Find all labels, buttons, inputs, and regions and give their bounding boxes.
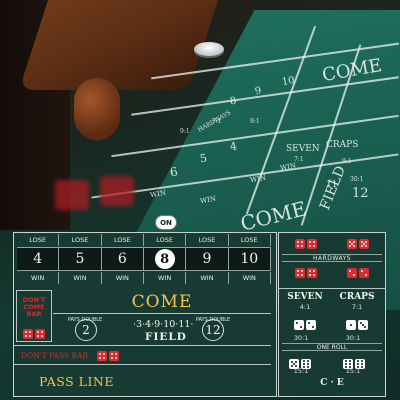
die-icon bbox=[295, 268, 305, 278]
bg-seven-text: SEVEN bbox=[286, 144, 320, 154]
die-icon bbox=[35, 329, 45, 339]
prop-odds: 15:1 bbox=[293, 367, 309, 375]
die-icon bbox=[295, 239, 305, 249]
die-icon bbox=[307, 268, 317, 278]
win-10[interactable]: WIN bbox=[229, 272, 271, 284]
bg-odds: 9:1 bbox=[342, 158, 352, 165]
die-icon bbox=[97, 350, 108, 361]
win-9[interactable]: WIN bbox=[186, 272, 229, 284]
win-4[interactable]: WIN bbox=[17, 272, 60, 284]
bg-num-12: 12 bbox=[352, 186, 369, 201]
field-2-circle: 2 bbox=[75, 319, 97, 341]
place-5[interactable]: 5 bbox=[59, 247, 102, 271]
seven-odds: 4:1 bbox=[299, 303, 311, 311]
lose-9[interactable]: LOSE bbox=[186, 234, 229, 246]
dice-pair bbox=[22, 324, 46, 343]
dont-come-bar-label: DON'T COME BAR bbox=[22, 296, 46, 318]
die-icon bbox=[346, 320, 356, 330]
die-icon bbox=[307, 239, 317, 249]
hardways-label: HARDWAYS bbox=[282, 254, 382, 262]
dont-come-bar-area[interactable]: DON'T COME BAR bbox=[16, 290, 52, 342]
place-9[interactable]: 9 bbox=[186, 247, 229, 271]
bg-odds: 7:1 bbox=[212, 118, 222, 125]
craps-odds: 7:1 bbox=[351, 303, 363, 311]
craps-title: CRAPS bbox=[339, 292, 375, 302]
blurred-die bbox=[55, 180, 89, 210]
lose-4[interactable]: LOSE bbox=[17, 234, 60, 246]
dice-pair bbox=[332, 315, 382, 334]
come-bet-area[interactable]: COME bbox=[53, 290, 271, 314]
point-number: 4 bbox=[33, 251, 43, 267]
point-number: 6 bbox=[117, 251, 127, 267]
bg-odds: 9:1 bbox=[250, 118, 260, 125]
any-seven-bet[interactable]: SEVEN 4:1 bbox=[280, 292, 330, 332]
die-icon bbox=[358, 320, 368, 330]
lose-6[interactable]: LOSE bbox=[102, 234, 144, 246]
bg-odds: 30:1 bbox=[350, 176, 364, 183]
place-8[interactable]: 8 bbox=[143, 247, 187, 271]
ce-bet[interactable]: C · E bbox=[282, 378, 382, 388]
lose-10[interactable]: LOSE bbox=[229, 234, 271, 246]
pass-line-area[interactable]: PASS LINE bbox=[13, 366, 277, 397]
dice-pair bbox=[280, 315, 330, 334]
point-number: 9 bbox=[202, 251, 212, 267]
field-12-circle: 12 bbox=[202, 319, 224, 341]
die-icon bbox=[347, 239, 357, 249]
one-roll-label: ONE ROLL bbox=[282, 343, 382, 351]
pass-line-label: PASS LINE bbox=[39, 374, 114, 389]
any-craps-bet[interactable]: CRAPS 7:1 bbox=[332, 292, 382, 332]
seven-title: SEVEN bbox=[287, 292, 323, 302]
lose-row: LOSE LOSE LOSE LOSE LOSE LOSE bbox=[17, 234, 271, 246]
bg-num-10: 10 bbox=[281, 74, 296, 89]
active-point-puck: 8 bbox=[154, 249, 175, 269]
win-6[interactable]: WIN bbox=[102, 272, 144, 284]
die-icon bbox=[359, 239, 369, 249]
table-puck bbox=[194, 42, 224, 56]
hard-4-bet[interactable] bbox=[334, 266, 382, 280]
bg-odds: 9:1 bbox=[180, 128, 190, 135]
place-6[interactable]: 6 bbox=[101, 247, 144, 271]
bg-craps-text: CRAPS bbox=[326, 140, 359, 150]
field-label: FIELD bbox=[145, 331, 187, 343]
prop-odds: 30:1 bbox=[293, 334, 309, 342]
hard-10-bet[interactable] bbox=[334, 237, 382, 251]
bg-odds: 7:1 bbox=[294, 156, 304, 163]
field-bet-area[interactable]: PAYS DOUBLE 2 ·3·4·9·10·11· FIELD PAYS D… bbox=[53, 315, 271, 343]
die-icon bbox=[306, 320, 316, 330]
place-10[interactable]: 10 bbox=[228, 247, 271, 271]
win-8[interactable]: WIN bbox=[144, 272, 187, 284]
bg-num-11: 11 bbox=[326, 180, 338, 190]
dont-pass-bar-label: DON'T PASS BAR bbox=[21, 350, 89, 360]
win-row: WIN WIN WIN WIN WIN WIN bbox=[17, 272, 271, 284]
field-numbers: ·3·4·9·10·11· bbox=[133, 319, 194, 330]
die-icon bbox=[359, 268, 369, 278]
hard-8-bet[interactable] bbox=[282, 266, 330, 280]
wood-post bbox=[74, 78, 120, 140]
die-icon bbox=[23, 329, 33, 339]
point-number: 5 bbox=[75, 251, 85, 267]
place-4[interactable]: 4 bbox=[17, 247, 60, 271]
blurred-die bbox=[100, 176, 134, 206]
prop-odds: 15:1 bbox=[345, 367, 361, 375]
point-number: 10 bbox=[240, 251, 259, 267]
on-puck: ON bbox=[155, 215, 177, 230]
dice-pair bbox=[96, 346, 120, 365]
lose-5[interactable]: LOSE bbox=[59, 234, 102, 246]
divider bbox=[278, 288, 386, 289]
point-number-row: 4 5 6 8 9 10 bbox=[17, 247, 271, 271]
hard-6-bet[interactable] bbox=[282, 237, 330, 251]
come-label: COME bbox=[131, 291, 193, 312]
prop-odds: 30:1 bbox=[345, 334, 361, 342]
die-icon bbox=[294, 320, 304, 330]
die-icon bbox=[109, 350, 120, 361]
dont-pass-bar-area[interactable]: DON'T PASS BAR bbox=[13, 345, 271, 365]
die-icon bbox=[347, 268, 357, 278]
lose-8[interactable]: LOSE bbox=[144, 234, 187, 246]
win-5[interactable]: WIN bbox=[59, 272, 102, 284]
